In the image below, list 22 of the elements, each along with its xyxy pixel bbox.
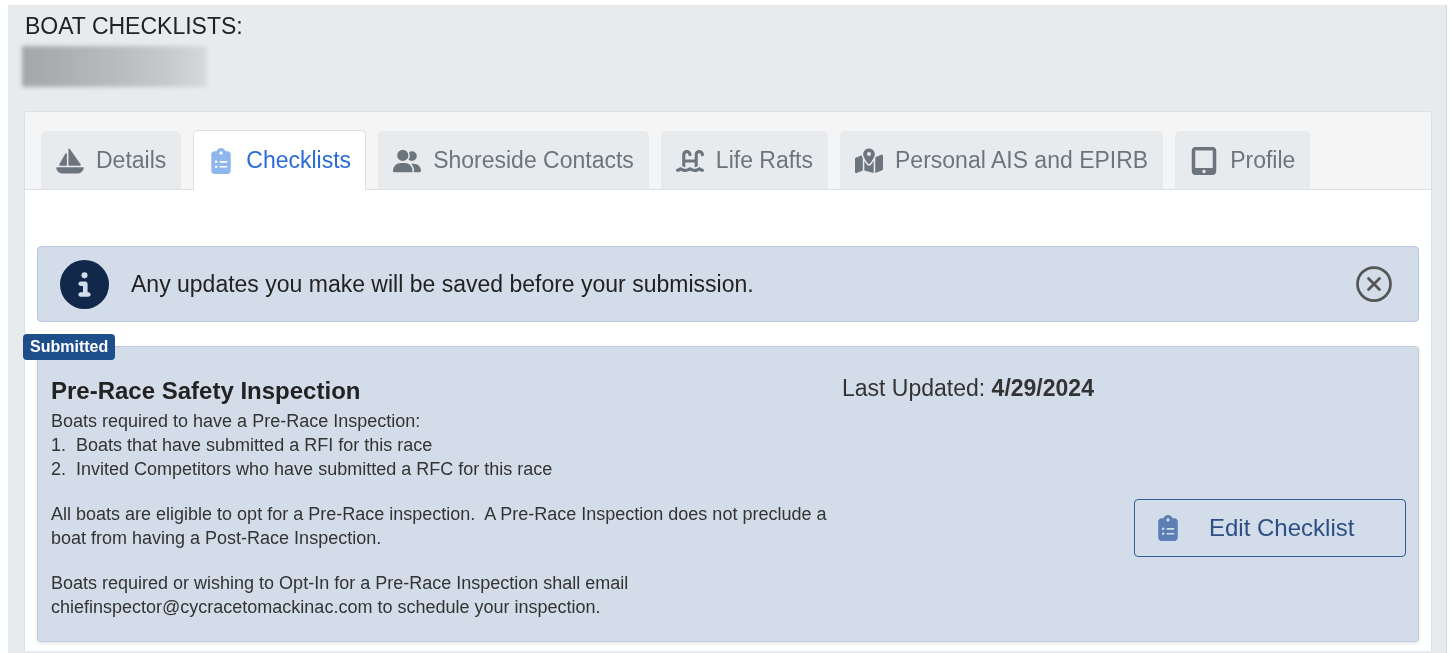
tab[interactable]: Profile [1175,131,1311,189]
status-badge: Submitted [23,334,116,360]
sailboat-icon [56,146,84,175]
tab[interactable]: Shoreside Contacts [378,131,649,189]
description-text: 1. Boats that have submitted a RFI for this race [51,434,434,457]
description-text: Boats required or wishing to Opt-In for a Pre-Race Inspection shall email chiefinspector@cycracetomackinac.com to schedule your inspection. [51,572,630,619]
checklist-title: Pre-Race Safety Inspection [51,377,362,405]
info-icon [60,259,109,309]
tab[interactable]: Details [41,131,182,189]
description-text: 2. Invited Competitors who have submitted a RFC for this race [51,458,554,481]
tab[interactable]: Life Rafts [660,131,828,189]
description-text: Boats required to have a Pre-Race Inspection: [51,410,422,433]
page-title: BOAT CHECKLISTS: [25,13,243,40]
tablet-icon [1190,146,1219,175]
clipboard-icon [1155,515,1181,541]
description-text: All boats are eligible to opt for a Pre-Race inspection. A Pre-Race Inspection does not preclude a boat from having a Post-Race Inspection. [51,503,828,550]
last-updated: Last Updated: 4/29/2024 [842,375,1094,402]
edit-checklist-button[interactable]: Edit Checklist [1134,499,1406,557]
tab[interactable]: Checklists [193,130,367,190]
tab[interactable]: Personal AIS and EPIRB [840,131,1164,189]
alert-message: Any updates you make will be saved before your submission. [131,270,755,298]
map-pin-icon [855,146,883,175]
